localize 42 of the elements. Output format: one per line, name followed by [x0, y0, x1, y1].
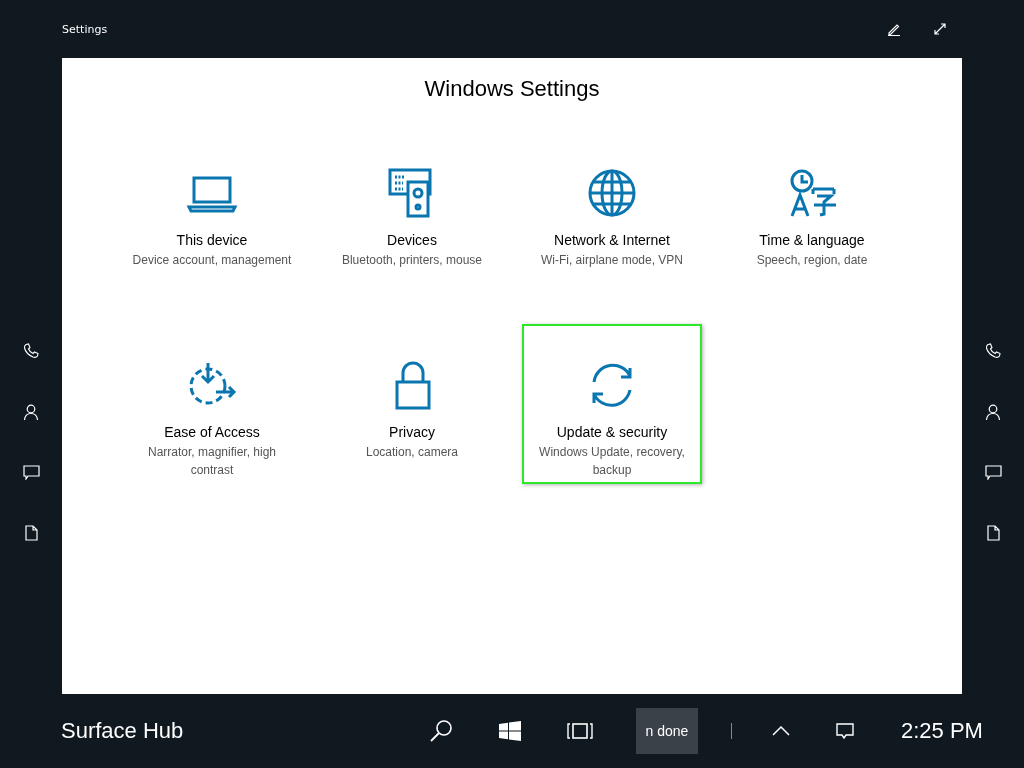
- tile-title: Network & Internet: [554, 232, 670, 248]
- settings-tile[interactable]: Time & language Speech, region, date: [722, 132, 902, 292]
- tile-description: Bluetooth, printers, mouse: [340, 252, 484, 269]
- document-icon[interactable]: [986, 525, 1000, 541]
- window-title: Settings: [62, 22, 108, 36]
- document-icon[interactable]: [24, 525, 38, 541]
- taskbar-app-button[interactable]: n done: [636, 708, 698, 754]
- tile-description: Narrator, magnifier, high contrast: [146, 444, 278, 479]
- settings-tile[interactable]: This device Device account, management: [122, 132, 302, 292]
- person-icon[interactable]: [23, 404, 39, 420]
- tile-title: This device: [176, 232, 248, 248]
- page-title: Windows Settings: [424, 76, 600, 102]
- phone-icon[interactable]: [985, 343, 1001, 359]
- settings-tile[interactable]: Devices Bluetooth, printers, mouse: [322, 132, 502, 292]
- windows-logo-icon[interactable]: [499, 721, 521, 741]
- device-name: Surface Hub: [61, 718, 185, 744]
- search-icon[interactable]: [429, 719, 453, 743]
- tile-title: Update & security: [556, 424, 668, 440]
- tile-description: Windows Update, recovery, backup: [538, 444, 686, 479]
- chat-icon[interactable]: [22, 465, 40, 480]
- clock[interactable]: 2:25 PM: [901, 718, 983, 744]
- tile-description: Device account, management: [131, 252, 293, 269]
- tile-title: Ease of Access: [164, 424, 260, 440]
- settings-tile[interactable]: Update & security Windows Update, recovery, backup: [522, 324, 702, 484]
- task-view-icon[interactable]: [567, 722, 593, 740]
- tile-title: Time & language: [759, 232, 865, 248]
- caret-up-icon[interactable]: [772, 726, 790, 736]
- chat-icon[interactable]: [836, 722, 854, 740]
- tile-description: Wi-Fi, airplane mode, VPN: [539, 252, 684, 269]
- expand-icon[interactable]: [933, 22, 947, 36]
- settings-tile[interactable]: Privacy Location, camera: [322, 324, 502, 484]
- tile-description: Speech, region, date: [755, 252, 869, 269]
- phone-icon[interactable]: [23, 343, 39, 359]
- tile-description: Location, camera: [364, 444, 460, 461]
- settings-tile[interactable]: Network & Internet Wi-Fi, airplane mode, VPN: [522, 132, 702, 292]
- globe-icon: [586, 168, 638, 218]
- tile-title: Privacy: [389, 424, 435, 440]
- person-icon[interactable]: [985, 404, 1001, 420]
- chat-icon[interactable]: [984, 465, 1002, 480]
- tile-title: Devices: [387, 232, 437, 248]
- settings-tile[interactable]: Ease of Access Narrator, magnifier, high contrast: [122, 324, 302, 484]
- pen-icon[interactable]: [887, 22, 901, 36]
